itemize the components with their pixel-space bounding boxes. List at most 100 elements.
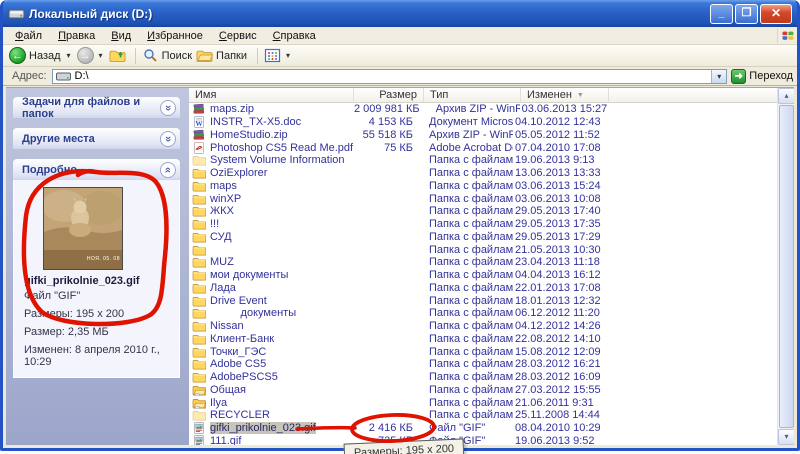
file-name[interactable]: 111.gif [207, 435, 354, 445]
file-name[interactable]: Точки_ГЭС [207, 346, 354, 358]
file-name[interactable]: HomeStudio.zip [207, 129, 354, 141]
title-bar[interactable]: Локальный диск (D:) _ ❐ ✕ [3, 0, 797, 27]
column-header-type[interactable]: Тип [424, 88, 521, 102]
file-row[interactable]: ЖКХПапка с файлами29.05.2013 17:40 [189, 205, 777, 218]
address-dropdown-icon[interactable]: ▾ [711, 70, 726, 83]
file-type: Архив ZIP - WinRAR [420, 129, 513, 141]
chevron-down-icon[interactable]: » [160, 100, 176, 116]
file-name[interactable]: Ilya [207, 397, 354, 409]
file-row[interactable]: System Volume InformationПапка с файлами… [189, 154, 777, 167]
file-modified: 04.04.2013 16:12 [513, 269, 777, 281]
file-row[interactable]: Клиент-БанкПапка с файлами22.08.2012 14:… [189, 333, 777, 346]
file-name[interactable]: Лада [207, 282, 354, 294]
go-button[interactable]: ➜ Переход [731, 69, 793, 84]
menu-view[interactable]: Вид [103, 29, 139, 43]
back-dropdown-icon[interactable]: ▾ [67, 51, 71, 60]
folders-button[interactable]: Папки [196, 48, 251, 63]
file-row[interactable]: ОбщаяПапка с файлами27.03.2012 15:55 [189, 384, 777, 397]
column-header-size[interactable]: Размер [354, 88, 424, 102]
section-header-details[interactable]: Подробно » [13, 159, 180, 180]
menu-help[interactable]: Справка [265, 29, 324, 43]
menu-edit[interactable]: Правка [50, 29, 103, 43]
chevron-up-icon[interactable]: » [160, 162, 176, 178]
file-row[interactable]: mapsПапка с файлами03.06.2013 15:24 [189, 180, 777, 193]
file-name[interactable]: Общая [207, 384, 354, 396]
file-row[interactable]: WINSTR_TX-X5.doc4 153 КБДокумент Microso… [189, 116, 777, 129]
file-name[interactable]: OziExplorer [207, 167, 354, 179]
file-name[interactable]: maps [207, 180, 354, 192]
file-name[interactable]: Photoshop CS5 Read Me.pdf [207, 142, 354, 154]
file-name[interactable]: AdobePSCS5 [207, 371, 354, 383]
close-button[interactable]: ✕ [760, 4, 792, 24]
file-row[interactable]: Photoshop CS5 Read Me.pdf75 КБAdobe Acro… [189, 141, 777, 154]
file-row[interactable]: RECYCLERПапка с файлами25.11.2008 14:44 [189, 409, 777, 422]
file-name[interactable]: maps.zip [207, 103, 354, 115]
file-name[interactable]: INSTR_TX-X5.doc [207, 116, 354, 128]
file-row[interactable]: Папка с файлами21.05.2013 10:30 [189, 243, 777, 256]
file-row[interactable]: IlyaПапка с файлами21.06.2011 9:31 [189, 396, 777, 409]
file-name[interactable]: ЖКХ [207, 205, 354, 217]
column-header-modified[interactable]: Изменен ▼ [521, 88, 609, 102]
scroll-up-icon[interactable]: ▴ [778, 88, 794, 104]
forward-dropdown-icon[interactable]: ▾ [99, 51, 103, 60]
file-row[interactable]: документыПапка с файлами06.12.2012 11:20 [189, 307, 777, 320]
file-modified: 04.10.2012 12:43 [513, 116, 777, 128]
file-row[interactable]: MUZПапка с файлами23.04.2013 11:18 [189, 256, 777, 269]
vertical-scrollbar[interactable]: ▴ ▾ [777, 88, 794, 445]
folder-hidden-icon [192, 409, 207, 421]
menu-tools[interactable]: Сервис [211, 29, 265, 43]
scrollbar-thumb[interactable] [779, 105, 794, 428]
file-row[interactable]: HomeStudio.zip55 518 КБАрхив ZIP - WinRA… [189, 129, 777, 142]
winrar-icon [192, 129, 207, 141]
file-row[interactable]: AdobePSCS5Папка с файлами28.03.2012 16:0… [189, 371, 777, 384]
file-name[interactable]: RECYCLER [207, 409, 354, 421]
menu-file[interactable]: Файл [7, 29, 50, 43]
column-header-name[interactable]: Имя [189, 88, 354, 102]
file-row[interactable]: winXPПапка с файлами03.06.2013 10:08 [189, 192, 777, 205]
file-row[interactable]: Drive EventПапка с файлами18.01.2013 12:… [189, 294, 777, 307]
file-name[interactable]: gifki_prikolnie_023.gif [207, 422, 354, 434]
file-name[interactable]: System Volume Information [207, 154, 354, 166]
scroll-down-icon[interactable]: ▾ [778, 429, 794, 445]
file-row[interactable]: maps.zip2 009 981 КБАрхив ZIP - WinRAR03… [189, 103, 777, 116]
file-row[interactable]: !!!Папка с файлами29.05.2013 17:35 [189, 218, 777, 231]
file-name[interactable]: Клиент-Банк [207, 333, 354, 345]
list-header: Имя Размер Тип Изменен ▼ [189, 88, 777, 103]
file-name[interactable]: Drive Event [207, 295, 354, 307]
file-row[interactable]: 111.gif735 КБФайл "GIF"19.06.2013 9:52 [189, 435, 777, 446]
file-name[interactable]: winXP [207, 193, 354, 205]
maximize-button[interactable]: ❐ [735, 4, 758, 24]
file-name[interactable]: СУД [207, 231, 354, 243]
file-name[interactable]: !!! [207, 218, 354, 230]
folder-icon [192, 205, 207, 217]
section-title: Задачи для файлов и папок [22, 96, 160, 120]
toolbar: ← Назад ▾ → ▾ Поиск Пап [3, 45, 797, 67]
section-header-other-places[interactable]: Другие места » [13, 128, 180, 149]
file-name[interactable]: мои документы [207, 269, 354, 281]
search-button[interactable]: Поиск [142, 48, 196, 63]
file-row[interactable]: Adobe CS5Папка с файлами28.03.2012 16:21 [189, 358, 777, 371]
file-row[interactable]: мои документыПапка с файлами04.04.2013 1… [189, 269, 777, 282]
back-button[interactable]: ← Назад ▾ [9, 47, 77, 64]
file-row[interactable]: СУДПапка с файлами29.05.2013 17:29 [189, 231, 777, 244]
folder-icon [192, 307, 207, 319]
up-button[interactable] [109, 48, 129, 63]
minimize-button[interactable]: _ [710, 4, 733, 24]
file-row[interactable]: ЛадаПапка с файлами22.01.2013 17:08 [189, 282, 777, 295]
file-name[interactable]: документы [207, 307, 354, 319]
file-row[interactable]: OziExplorerПапка с файлами13.06.2013 13:… [189, 167, 777, 180]
address-input[interactable]: D:\ ▾ [52, 69, 728, 84]
file-name[interactable]: Adobe CS5 [207, 358, 354, 370]
views-button[interactable]: ▾ [264, 48, 296, 63]
file-row[interactable]: NissanПапка с файлами04.12.2012 14:26 [189, 320, 777, 333]
drive-icon [8, 6, 25, 21]
file-name[interactable]: Nissan [207, 320, 354, 332]
chevron-down-icon[interactable]: » [160, 131, 176, 147]
file-name[interactable]: MUZ [207, 256, 354, 268]
menu-favorites[interactable]: Избранное [139, 29, 211, 43]
views-dropdown-icon[interactable]: ▾ [286, 51, 290, 60]
file-row[interactable]: gifki_prikolnie_023.gif2 416 КБФайл "GIF… [189, 422, 777, 435]
forward-button[interactable]: → ▾ [77, 47, 109, 64]
file-row[interactable]: Точки_ГЭСПапка с файлами15.08.2012 12:09 [189, 345, 777, 358]
section-header-file-tasks[interactable]: Задачи для файлов и папок » [13, 97, 180, 118]
